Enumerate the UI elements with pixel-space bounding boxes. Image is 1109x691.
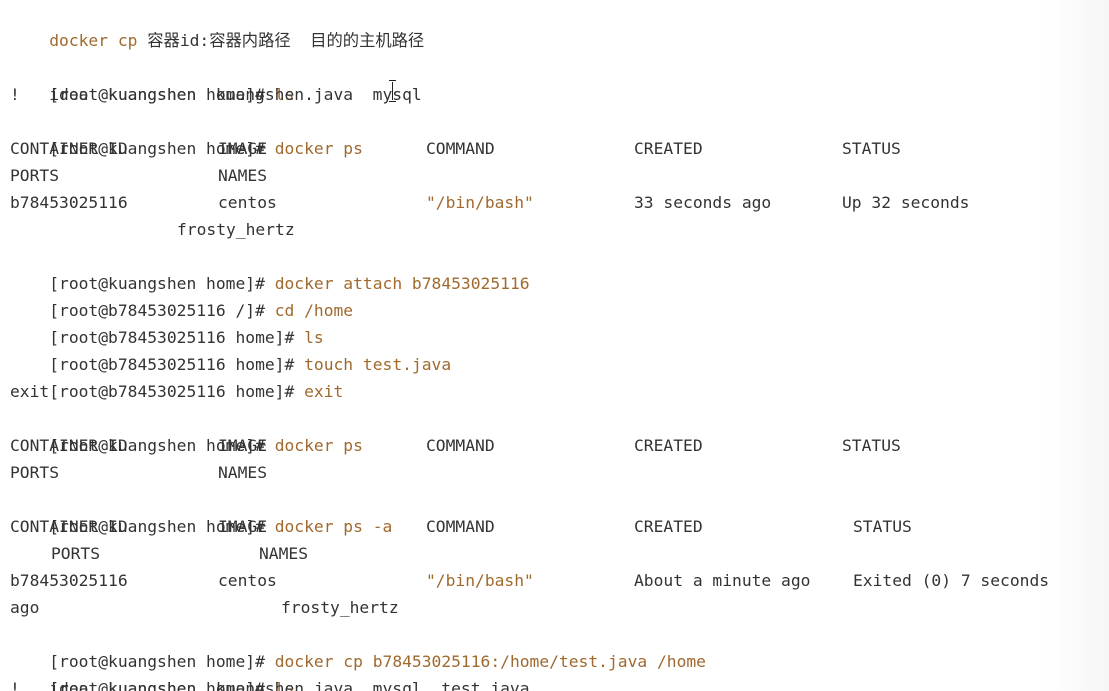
col-created: CREATED [634, 436, 703, 455]
cell-names: frosty_hertz [177, 220, 295, 239]
col-ports: PORTS [10, 463, 60, 482]
terminal-output[interactable]: docker cp 容器id:容器内路径 目的的主机路径 [root@kuang… [0, 0, 1109, 691]
prompt-line: [root@kuangshen home]# docker ps -a [10, 486, 392, 536]
col-image: IMAGE [218, 139, 268, 158]
col-status: STATUS [853, 517, 912, 536]
col-image: IMAGE [218, 436, 268, 455]
col-container-id: CONTAINER ID [10, 139, 128, 158]
command-text: exit [304, 382, 344, 401]
col-ports: PORTS [10, 166, 60, 185]
ls-output-line: ! idea kuangshen kuangshen.java mysql [10, 85, 422, 104]
prompt-line: [root@kuangshen home]# docker attach b78… [10, 243, 529, 293]
col-container-id: CONTAINER ID [10, 436, 128, 455]
exit-output-line: exit [10, 382, 50, 401]
col-created: CREATED [634, 139, 703, 158]
cell-created: About a minute ago [634, 571, 811, 590]
col-command: COMMAND [426, 436, 495, 455]
col-status: STATUS [842, 139, 901, 158]
cell-container-id: b78453025116 [10, 193, 128, 212]
cell-container-id: b78453025116 [10, 571, 128, 590]
cell-names: frosty_hertz [281, 598, 399, 617]
col-names: NAMES [259, 544, 309, 563]
cell-status-text: Exited (0) 7 seconds [853, 571, 1050, 590]
cell-image: centos [218, 571, 277, 590]
cell-status-cont: ago [10, 598, 40, 617]
cell-image: centos [218, 193, 277, 212]
col-names: NAMES [218, 166, 268, 185]
ps-row-cont: frosty_hertz [10, 216, 1100, 243]
prompt-line: [root@b78453025116 home]# exit [10, 351, 343, 401]
col-command: COMMAND [426, 517, 495, 536]
psa-header-line-2: PORTS NAMES [10, 540, 1100, 567]
ps-header-line-2: PORTS NAMES [10, 162, 1100, 189]
col-ports: PORTS [51, 544, 101, 563]
psa-row-cont: ago frosty_hertz [10, 594, 1100, 621]
cell-command: "/bin/bash" [426, 571, 534, 590]
cell-created: 33 seconds ago [634, 193, 772, 212]
command-text: docker cp b78453025116:/home/test.java /… [274, 652, 706, 671]
cell-status: Exited (0) 7 seconds [853, 567, 1049, 594]
prompt-line: [root@kuangshen home]# docker cp b784530… [10, 621, 706, 671]
prompt-line: [root@kuangshen home]# docker ps [10, 108, 363, 158]
ps-header-line: CONTAINER ID IMAGE COMMAND CREATED STATU… [10, 432, 1100, 459]
col-container-id: CONTAINER ID [10, 517, 128, 536]
prompt-line: [root@kuangshen home]# ls [10, 54, 294, 104]
text-cursor-icon [388, 80, 397, 102]
col-created: CREATED [634, 517, 703, 536]
ps-row: b78453025116 centos "/bin/bash" 33 secon… [10, 189, 1100, 216]
cell-command: "/bin/bash" [426, 193, 534, 212]
col-status: STATUS [842, 436, 901, 455]
prompt-line: [root@kuangshen home]# docker ps [10, 405, 363, 455]
ls-output-line: ! idea kuangshen kuangshen.java mysql te… [10, 679, 530, 691]
cp-syntax-cmd: docker cp [49, 31, 138, 50]
prompt-line: [root@kuangshen home]# ls [10, 648, 294, 691]
prompt-line: [root@b78453025116 home]# touch test.jav… [10, 324, 451, 374]
ps-header-line-2: PORTS NAMES [10, 459, 1100, 486]
psa-header-line: CONTAINER ID IMAGE COMMAND CREATED STATU… [10, 513, 1100, 540]
col-image: IMAGE [218, 517, 268, 536]
col-command: COMMAND [426, 139, 495, 158]
prompt-line: [root@b78453025116 home]# ls [10, 297, 323, 347]
cp-syntax-line: docker cp 容器id:容器内路径 目的的主机路径 [10, 0, 424, 50]
prompt-text: [root@b78453025116 home]# [49, 382, 295, 401]
psa-row: b78453025116 centos "/bin/bash" About a … [10, 567, 1100, 594]
ps-header-line: CONTAINER ID IMAGE COMMAND CREATED STATU… [10, 135, 1100, 162]
cell-status: Up 32 seconds [842, 193, 970, 212]
cp-syntax-args: 容器id:容器内路径 目的的主机路径 [137, 31, 425, 50]
prompt-line: [root@b78453025116 /]# cd /home [10, 270, 353, 320]
col-names: NAMES [218, 463, 268, 482]
